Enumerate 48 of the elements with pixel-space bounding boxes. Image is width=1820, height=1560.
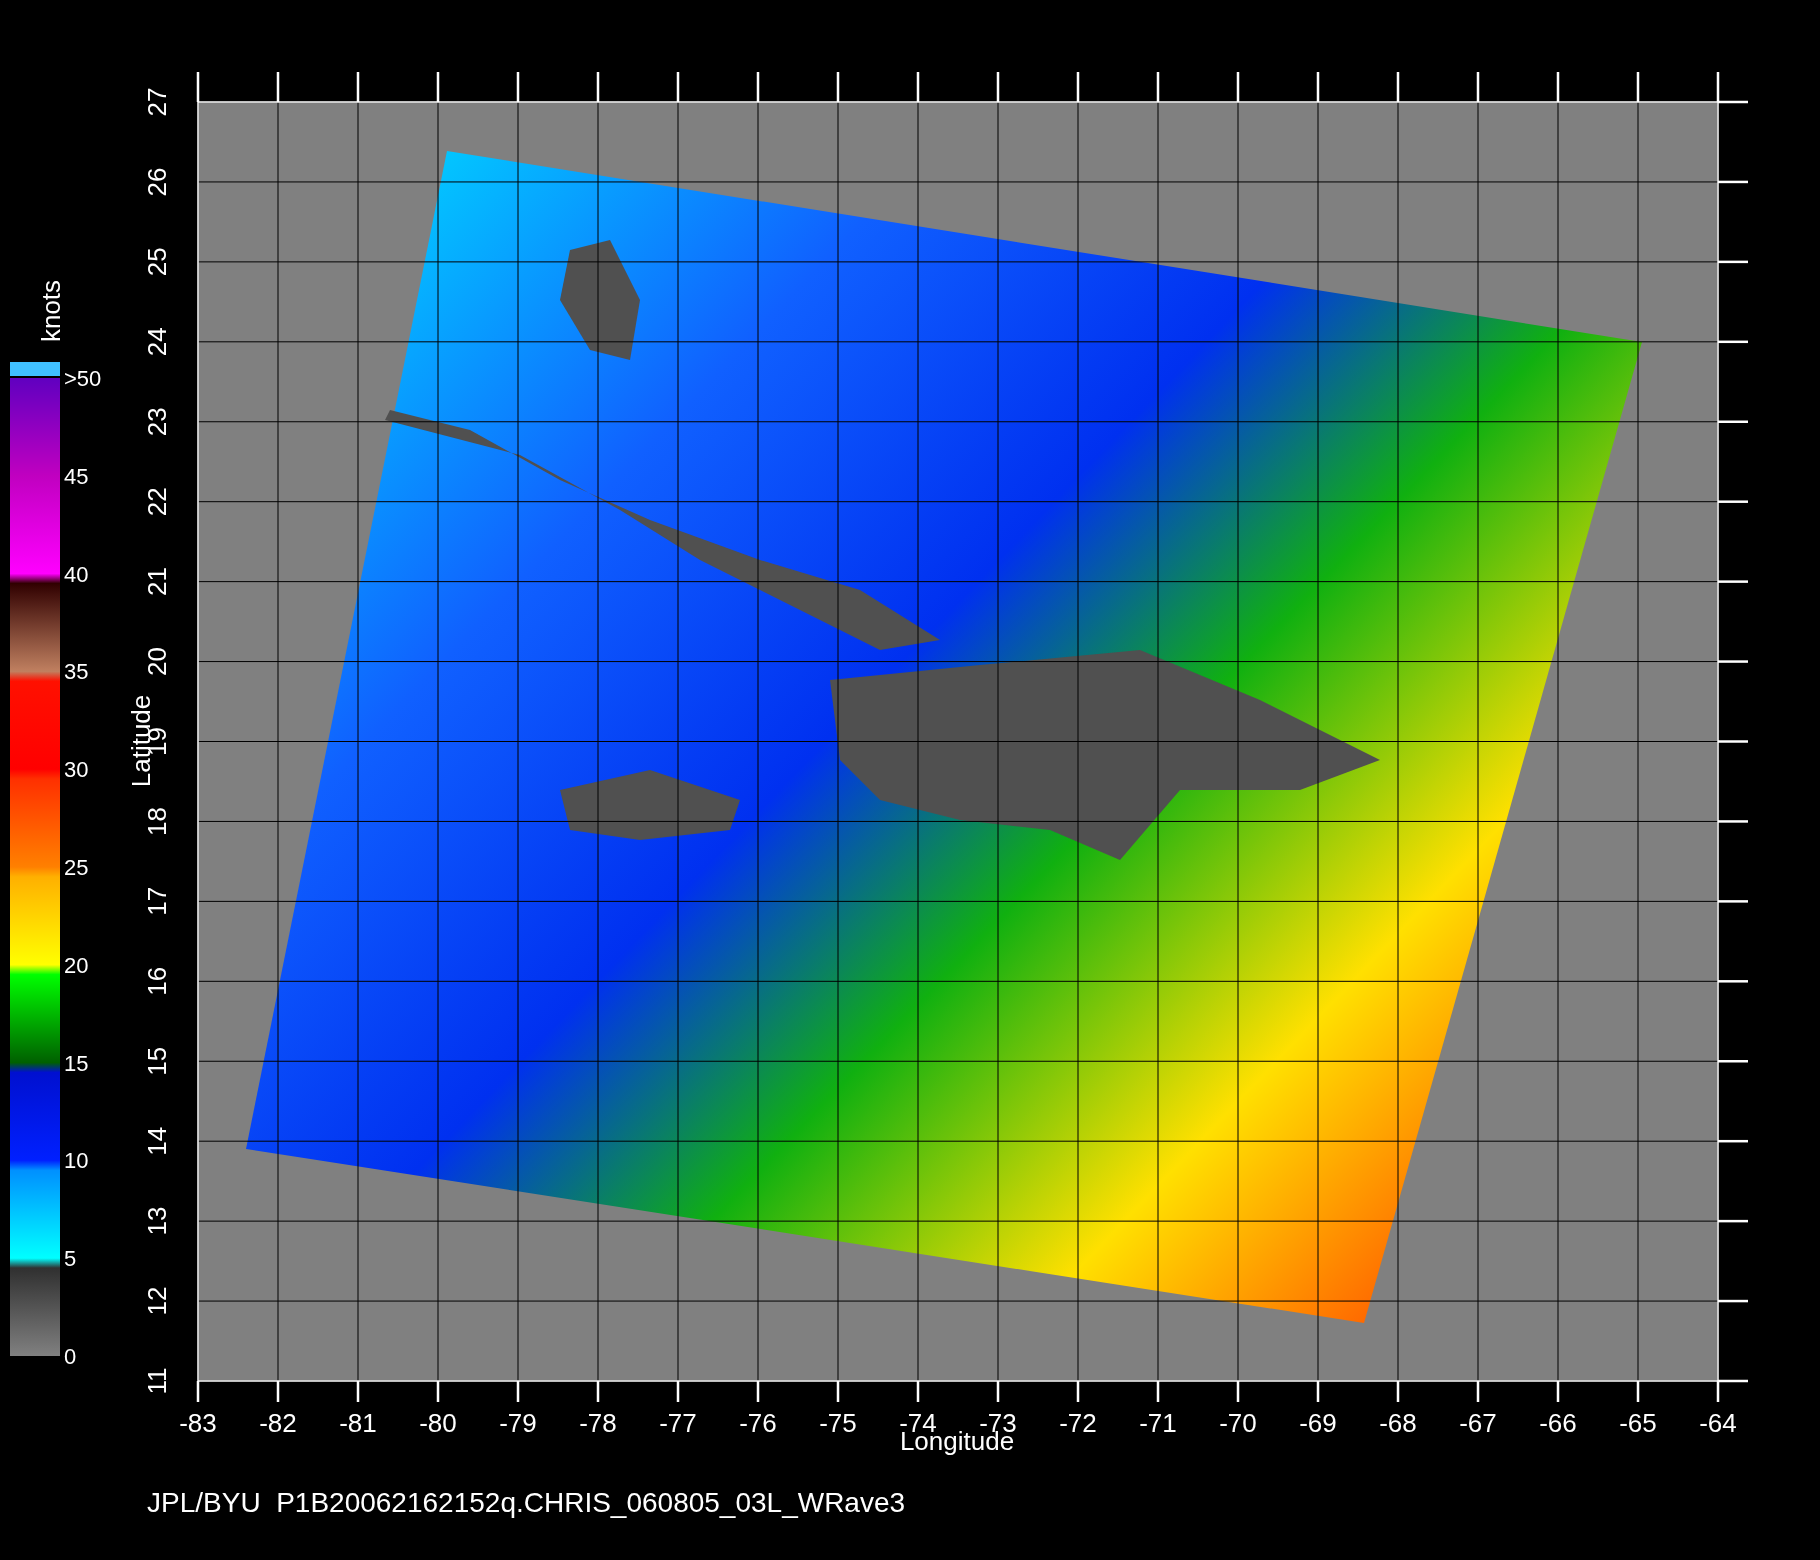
longitude-tick-label: -83 (179, 1408, 217, 1438)
latitude-tick-label: 12 (142, 1286, 172, 1316)
longitude-tick-label: -64 (1699, 1408, 1737, 1438)
longitude-tick-label: -82 (259, 1408, 297, 1438)
latitude-tick-label: 14 (142, 1126, 172, 1156)
longitude-tick-label: -71 (1139, 1408, 1177, 1438)
latitude-tick-label: 20 (142, 647, 172, 676)
colorbar-label: 20 (64, 952, 89, 978)
colorbar-label: 35 (64, 659, 89, 685)
longitude-tick-label: -76 (739, 1408, 777, 1438)
longitude-tick-label: -80 (419, 1408, 457, 1438)
longitude-tick-label: -81 (339, 1408, 377, 1438)
colorbar-label: 30 (64, 757, 89, 783)
latitude-tick-label: 23 (142, 407, 172, 437)
colorbar-unit: knots (36, 279, 66, 343)
colorbar-label: 45 (64, 463, 89, 489)
colorbar-label: 5 (64, 1246, 77, 1272)
latitude-tick-label: 15 (142, 1046, 172, 1076)
latitude-tick-label: 11 (142, 1367, 172, 1395)
longitude-tick-label: -67 (1459, 1408, 1497, 1438)
longitude-tick-label: -65 (1619, 1408, 1657, 1438)
longitude-tick-label: -68 (1379, 1408, 1417, 1438)
colorbar-label: 0 (64, 1344, 77, 1369)
colorbar-label: 25 (64, 855, 89, 880)
colorbar-label: 40 (64, 561, 89, 587)
latitude-tick-label: 27 (142, 87, 172, 117)
longitude-tick-label: -75 (819, 1408, 857, 1438)
longitude-tick-label: -70 (1219, 1408, 1257, 1438)
longitude-tick-label: -78 (579, 1408, 617, 1438)
latitude-tick-label: 18 (142, 807, 172, 836)
longitude-tick-label: -69 (1299, 1408, 1337, 1438)
longitude-tick-label: -79 (499, 1408, 537, 1438)
latitude-tick-label: 13 (142, 1206, 172, 1236)
latitude-tick-label: 16 (142, 966, 172, 996)
latitude-tick-label: 17 (142, 886, 172, 916)
longitude-tick-label: -72 (1059, 1408, 1097, 1438)
colorbar-label: 15 (64, 1050, 89, 1076)
latitude-tick-label: 24 (142, 327, 172, 357)
longitude-tick-label: -77 (659, 1408, 697, 1438)
colorbar-label: >50 (64, 366, 102, 391)
latitude-tick-label: 26 (142, 167, 172, 197)
longitude-tick-label: -66 (1539, 1408, 1577, 1438)
footer-caption: JPL/BYU P1B20062162152q.CHRIS_060805_03L_WRave3 (147, 1487, 906, 1518)
latitude-tick-label: 22 (142, 487, 172, 517)
colorbar-label: 10 (64, 1148, 89, 1174)
latitude-tick-label: 21 (142, 567, 172, 597)
colorbar-cap (10, 362, 60, 376)
latitude-tick-label: 25 (142, 247, 172, 277)
